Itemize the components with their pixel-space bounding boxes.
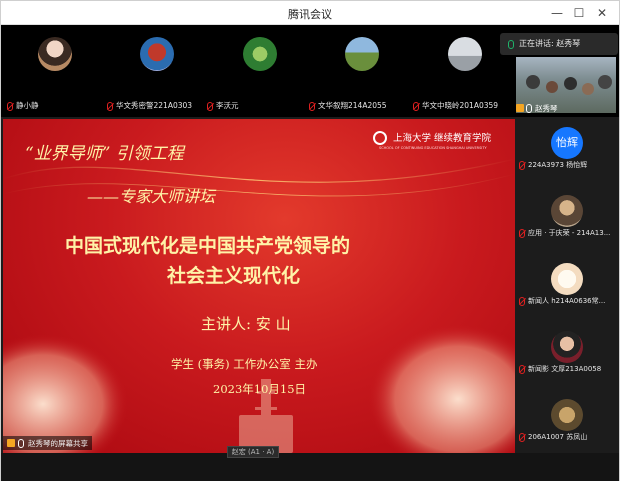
university-logo-icon [373,131,387,145]
avatar [551,195,583,227]
speaking-indicator: 正在讲话: 赵秀琴 [500,33,618,55]
muted-mic-icon [519,296,525,306]
muted-mic-icon [107,101,113,111]
title-bar: 腾讯会议 — ☐ ✕ [1,1,619,25]
maximize-button[interactable]: ☐ [569,3,589,23]
participant-name: 224A3973 杨怡辉 [528,161,588,169]
speaking-mic-icon [508,39,514,49]
avatar [140,37,174,71]
participant-tile[interactable]: 静小静 [7,29,102,113]
participant-label: 应用 · 于庆荣 - 214A13... [519,227,617,239]
slide-organizer: 学生 (事务) 工作办公室 主办 [171,357,318,371]
muted-mic-icon [7,101,13,111]
participant-tile[interactable]: 怡辉 224A3973 杨怡辉 [517,121,617,175]
slide-date: 2023年10月15日 [213,382,307,396]
participant-name: 赵秀琴 [535,103,558,113]
participant-label: 224A3973 杨怡辉 [519,159,617,171]
slide-main-title-line1: 中国式现代化是中国共产党领导的 [65,235,351,257]
participant-name: 文华叙翔214A2055 [318,101,387,110]
slide-institution: 上海大学 继续教育学院 [393,133,492,144]
participant-sidebar: 怡辉 224A3973 杨怡辉 应用 · 于庆荣 - 214A13... 新闻人… [517,119,617,453]
slide-subtitle: ——专家大师讲坛 [87,187,216,206]
participant-label: 新闻人 h214A0636常... [519,295,617,307]
close-button[interactable]: ✕ [592,3,612,23]
participant-name: 静小静 [16,101,39,110]
participant-name: 206A1007 苏凤山 [528,433,588,441]
muted-mic-icon [519,432,525,442]
share-status-text: 赵秀琴的屏幕共享 [28,438,88,448]
avatar [243,37,277,71]
muted-mic-icon [519,364,525,374]
shared-screen[interactable]: “业界导师” 引领工程 ——专家大师讲坛 中国式现代化是中国共产党领导的 社会主… [3,119,515,453]
slide-project-title: “业界导师” 引领工程 [25,144,184,164]
mic-icon [526,103,532,113]
muted-mic-icon [519,228,525,238]
participant-tile[interactable]: 华文秀密警221A0303 [107,29,202,113]
muted-mic-icon [413,101,419,111]
avatar [38,37,72,71]
slide-main-title-line2: 社会主义现代化 [167,265,301,287]
watermark-label: 赵宏 (A1 · A) [227,446,279,458]
participant-name: 新闻人 h214A0636常... [528,297,606,305]
avatar [551,399,583,431]
slide-institution-en: SCHOOL OF CONTINUING EDUCATION SHANGHAI … [379,146,487,150]
participant-tile[interactable]: 应用 · 于庆荣 - 214A13... [517,189,617,243]
host-icon [7,439,15,447]
participant-label: 静小静 [7,99,39,113]
participant-name: 华文秀密警221A0303 [116,101,193,110]
lotus-right [368,324,515,453]
participant-label: 新闻影 文厚213A0058 [519,363,617,375]
window-title: 腾讯会议 [288,8,332,21]
participant-label: 华文中晓岭201A0359 [413,99,498,113]
avatar [448,37,482,71]
meeting-window: 腾讯会议 — ☐ ✕ 静小静 华文秀密警221A0303 李沃元 文华叙翔214… [0,0,620,481]
participant-label: 华文秀密警221A0303 [107,99,192,113]
speaker-video-label: 赵秀琴 [516,102,558,114]
avatar: 怡辉 [551,127,583,159]
participant-name: 应用 · 于庆荣 - 214A13... [528,229,611,237]
participant-tile[interactable]: 李沃元 [207,29,302,113]
participant-name: 华文中晓岭201A0359 [422,101,499,110]
mic-icon [18,438,24,448]
participant-tile[interactable]: 206A1007 苏凤山 [517,393,617,447]
participant-tile[interactable]: 文华叙翔214A2055 [309,29,404,113]
muted-mic-icon [519,160,525,170]
bottom-bar [1,453,619,481]
slide-speaker: 主讲人: 安 山 [201,315,291,333]
minimize-button[interactable]: — [547,3,567,23]
participant-label: 李沃元 [207,99,239,113]
participant-label: 文华叙翔214A2055 [309,99,387,113]
muted-mic-icon [309,101,315,111]
host-icon [516,104,524,112]
participant-name: 新闻影 文厚213A0058 [528,365,602,373]
participant-tile[interactable]: 华文中晓岭201A0359 [413,29,508,113]
avatar [551,331,583,363]
participant-tile[interactable]: 新闻影 文厚213A0058 [517,325,617,379]
screen-share-status: 赵秀琴的屏幕共享 [3,436,92,450]
participant-name: 李沃元 [216,101,239,110]
avatar [551,263,583,295]
muted-mic-icon [207,101,213,111]
avatar [345,37,379,71]
speaking-text: 正在讲话: 赵秀琴 [519,39,581,48]
participant-label: 206A1007 苏凤山 [519,431,617,443]
participant-tile[interactable]: 新闻人 h214A0636常... [517,257,617,311]
